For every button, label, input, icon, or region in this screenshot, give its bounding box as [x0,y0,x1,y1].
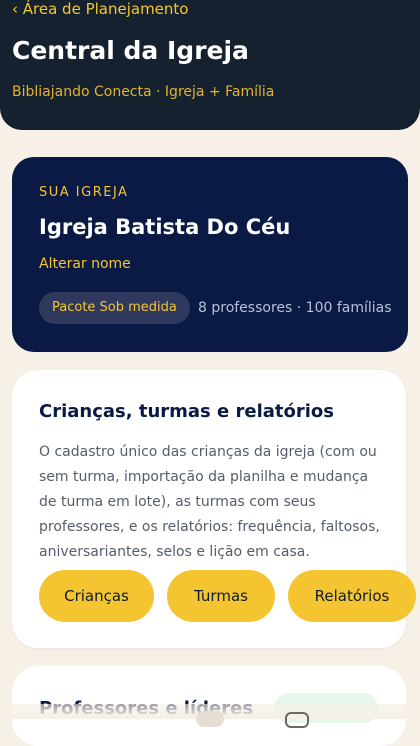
church-name: Igreja Batista Do Céu [39,215,291,239]
church-eyebrow: SUA IGREJA [39,185,129,200]
plan-badge: Pacote Sob medida [39,292,190,324]
children-button[interactable]: Crianças [39,570,154,622]
back-link[interactable]: ‹ Área de Planejamento [12,0,188,18]
page-subtitle: Bibliajando Conecta · Igreja + Família [12,84,275,100]
rename-link[interactable]: Alterar nome [39,256,131,272]
reports-button[interactable]: Relatórios [288,570,416,622]
square-icon[interactable] [285,712,309,728]
section-title: Crianças, turmas e relatórios [39,401,335,422]
plan-stats: 8 professores · 100 famílias [198,300,392,316]
church-card: SUA IGREJA Igreja Batista Do Céu Alterar… [12,157,408,352]
section-description: O cadastro único das crianças da igreja … [39,444,380,560]
children-classes-reports-card: Crianças, turmas e relatórios O cadastro… [12,370,416,648]
header: ‹ Área de Planejamento Central da Igreja… [0,0,420,130]
page-title: Central da Igreja [12,36,249,65]
classes-button[interactable]: Turmas [167,570,275,622]
home-tab-icon[interactable] [196,711,224,727]
